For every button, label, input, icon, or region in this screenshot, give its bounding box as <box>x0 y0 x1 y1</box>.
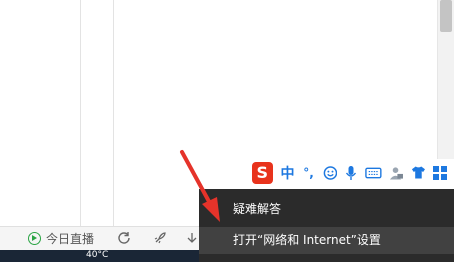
user-tools-icon[interactable] <box>389 164 404 182</box>
download-arrow-icon <box>187 233 197 243</box>
scrollbar-thumb[interactable] <box>440 0 452 32</box>
punctuation-toggle[interactable]: °, <box>302 164 316 182</box>
column-divider <box>113 0 114 226</box>
chinese-mode-toggle[interactable]: 中 <box>281 164 295 182</box>
network-context-menu: 疑难解答 打开“网络和 Internet”设置 <box>199 189 454 262</box>
sogou-ime-toolbar: S 中 °, <box>249 159 454 186</box>
keyboard-icon[interactable] <box>365 164 382 182</box>
grid-icon[interactable] <box>432 164 447 182</box>
live-button[interactable]: 今日直播 <box>28 229 94 247</box>
menu-item-troubleshoot[interactable]: 疑难解答 <box>199 196 454 223</box>
column-divider <box>80 0 81 226</box>
refresh-button[interactable] <box>117 229 131 247</box>
smiley-icon[interactable] <box>323 164 338 182</box>
microphone-icon[interactable] <box>344 164 358 182</box>
sogou-logo-icon[interactable]: S <box>252 161 273 184</box>
refresh-icon <box>118 232 130 244</box>
download-button[interactable] <box>186 229 198 247</box>
live-label: 今日直播 <box>46 231 95 246</box>
menu-item-open-network-settings[interactable]: 打开“网络和 Internet”设置 <box>199 227 454 254</box>
weather-temperature: 40°C <box>86 250 109 260</box>
speedup-button[interactable] <box>153 229 167 247</box>
play-circle-icon <box>28 231 41 245</box>
shirt-icon[interactable] <box>411 164 426 182</box>
rocket-icon <box>154 232 166 244</box>
